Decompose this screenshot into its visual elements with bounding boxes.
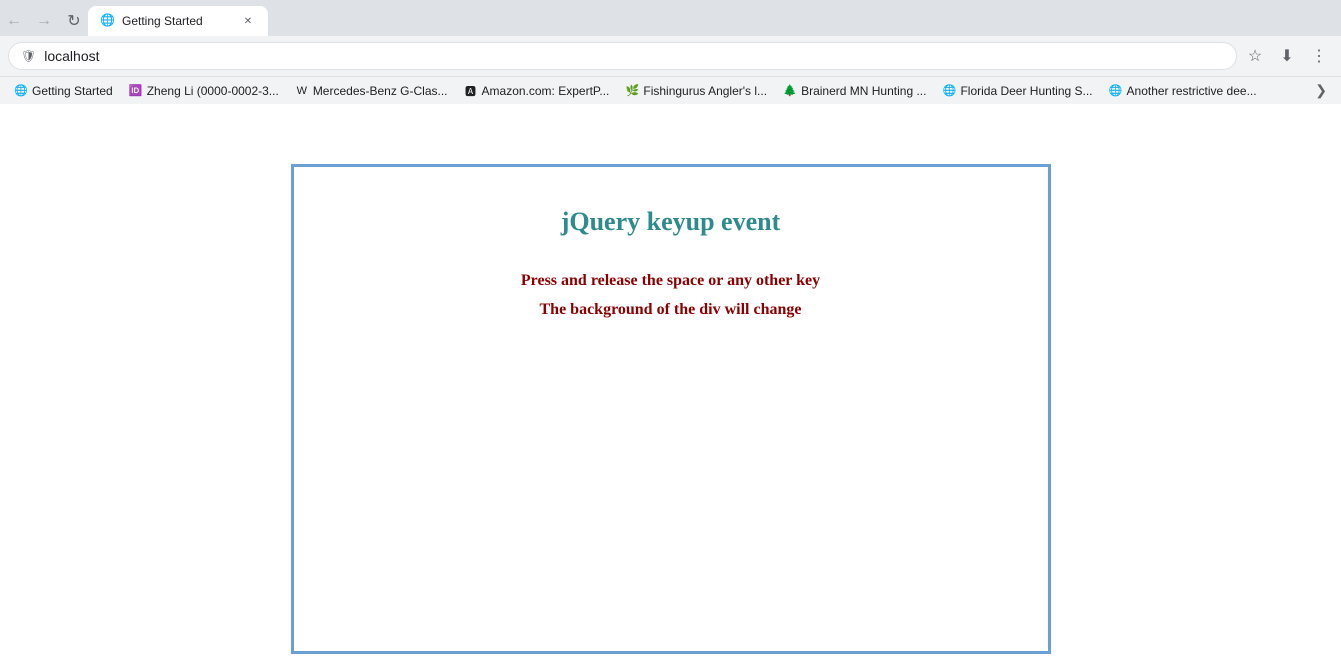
window-controls: ← → ↻ (0, 7, 88, 35)
demo-description-line2: The background of the div will change (521, 296, 820, 325)
bookmark-favicon-icon: 🅰 (464, 84, 478, 98)
bookmark-label: Getting Started (32, 84, 113, 98)
save-button[interactable]: ⬇ (1273, 42, 1301, 70)
bookmark-item[interactable]: W Mercedes-Benz G-Clas... (289, 82, 454, 100)
bookmark-favicon-icon: W (295, 84, 309, 98)
bookmark-item[interactable]: 🆔 Zheng Li (0000-0002-3... (123, 82, 285, 100)
bookmark-label: Another restrictive dee... (1127, 84, 1257, 98)
bookmark-favicon-icon: 🌿 (625, 84, 639, 98)
menu-button[interactable]: ⋮ (1305, 42, 1333, 70)
address-bar-row: 🛡 localhost ☆ ⬇ ⋮ (0, 36, 1341, 76)
toolbar-right: ☆ ⬇ ⋮ (1241, 42, 1333, 70)
bookmark-item[interactable]: 🌐 Getting Started (8, 82, 119, 100)
address-bar[interactable]: 🛡 localhost (8, 42, 1237, 70)
bookmark-favicon-icon: 🌲 (783, 84, 797, 98)
bookmark-item[interactable]: 🅰 Amazon.com: ExpertP... (458, 82, 616, 100)
demo-description: Press and release the space or any other… (521, 267, 820, 325)
bookmark-favicon-icon: 🌐 (1109, 84, 1123, 98)
bookmark-label: Florida Deer Hunting S... (960, 84, 1092, 98)
bookmark-item[interactable]: 🌲 Brainerd MN Hunting ... (777, 82, 932, 100)
bookmark-favicon-icon: 🌐 (14, 84, 28, 98)
tab-bar: ← → ↻ 🌐 Getting Started ✕ (0, 0, 1341, 36)
bookmark-item[interactable]: 🌿 Fishingurus Angler's l... (619, 82, 773, 100)
back-button[interactable]: ← (0, 7, 28, 35)
demo-title: jQuery keyup event (561, 207, 781, 237)
url-display: localhost (44, 48, 1224, 64)
bookmark-label: Zheng Li (0000-0002-3... (147, 84, 279, 98)
bookmark-label: Brainerd MN Hunting ... (801, 84, 926, 98)
active-tab[interactable]: 🌐 Getting Started ✕ (88, 6, 268, 36)
bookmark-item[interactable]: 🌐 Another restrictive dee... (1103, 82, 1263, 100)
demo-description-line1: Press and release the space or any other… (521, 267, 820, 296)
bookmark-favicon-icon: 🌐 (942, 84, 956, 98)
bookmark-label: Fishingurus Angler's l... (643, 84, 767, 98)
reload-button[interactable]: ↻ (60, 7, 88, 35)
browser-chrome: ← → ↻ 🌐 Getting Started ✕ 🛡 localhost ☆ … (0, 0, 1341, 104)
bookmarks-bar: 🌐 Getting Started 🆔 Zheng Li (0000-0002-… (0, 76, 1341, 104)
tab-favicon-icon: 🌐 (100, 13, 116, 29)
tab-title: Getting Started (122, 14, 234, 28)
tab-close-button[interactable]: ✕ (240, 13, 256, 29)
bookmark-label: Amazon.com: ExpertP... (482, 84, 610, 98)
demo-box: jQuery keyup event Press and release the… (291, 164, 1051, 654)
bookmark-item[interactable]: 🌐 Florida Deer Hunting S... (936, 82, 1098, 100)
bookmark-favicon-icon: 🆔 (129, 84, 143, 98)
page-content: jQuery keyup event Press and release the… (0, 104, 1341, 657)
bookmarks-more-button[interactable]: ❯ (1309, 80, 1333, 101)
forward-button[interactable]: → (30, 7, 58, 35)
security-icon: 🛡 (21, 49, 36, 63)
bookmark-label: Mercedes-Benz G-Clas... (313, 84, 448, 98)
bookmark-button[interactable]: ☆ (1241, 42, 1269, 70)
